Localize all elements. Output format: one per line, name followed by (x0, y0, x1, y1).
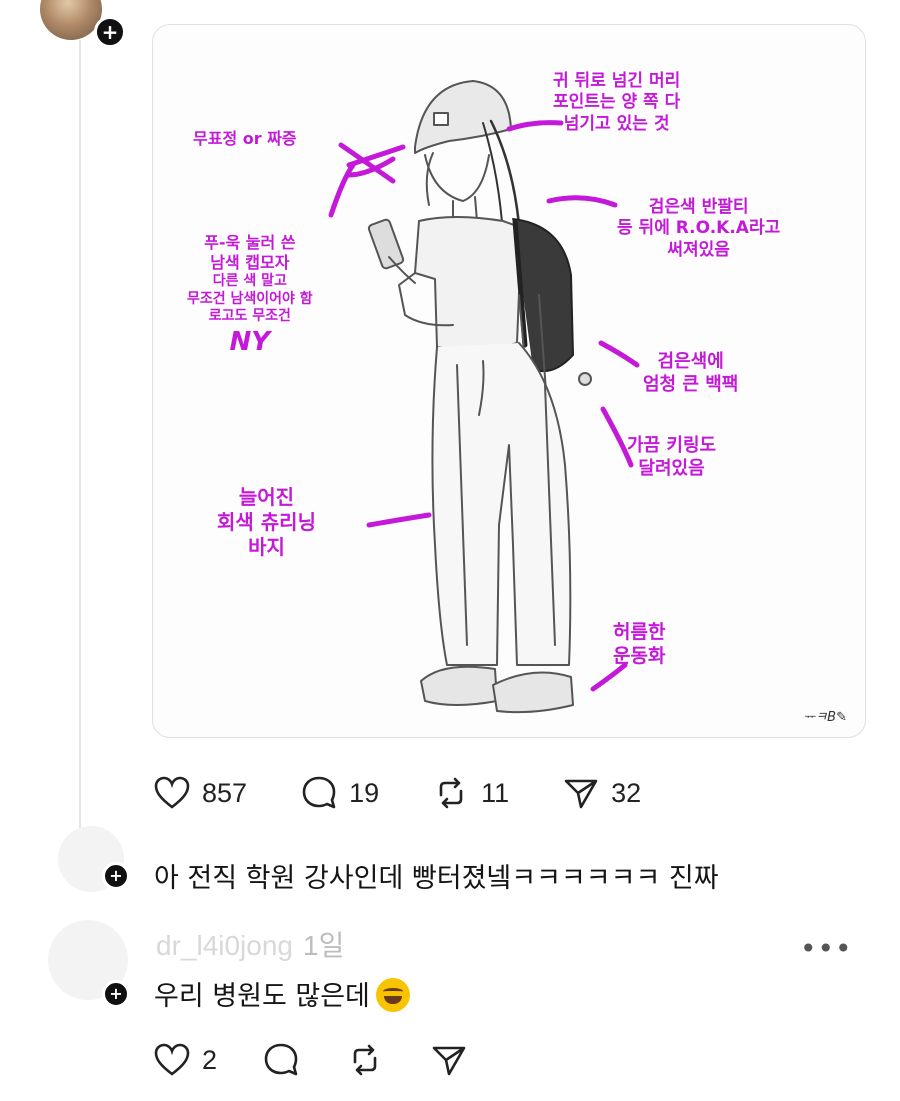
artist-signature: ᅲㅋB✎ (803, 710, 847, 725)
reply-time: 1일 (303, 930, 345, 961)
reply-text: 아 전직 학원 강사인데 빵터졌넼ㅋㅋㅋㅋㅋㅋ 진짜 (154, 863, 719, 894)
post-actions: 857 19 11 32 (152, 768, 693, 818)
reply-actions: 2 (152, 1040, 513, 1080)
annotation-cap: 푸-욱 눌러 쓴 남색 캡모자 다른 색 말고 무조건 남색이어야 함 로고도 … (187, 233, 313, 357)
reply-share-button[interactable] (429, 1040, 469, 1080)
repost-button[interactable]: 11 (431, 773, 509, 813)
heart-icon (154, 1043, 190, 1076)
reply-text: 우리 병원도 많은데 (154, 974, 410, 1015)
annotation-tshirt: 검은색 반팔티 등 뒤에 R.O.K.A라고 써져있음 (617, 197, 781, 260)
reply-comment-button[interactable] (261, 1040, 301, 1080)
annotation-backpack: 검은색에 엄청 큰 백팩 (643, 351, 739, 395)
thread-line (79, 40, 81, 830)
follow-plus-icon[interactable]: + (94, 16, 126, 48)
author-avatar[interactable] (40, 0, 102, 40)
rolling-laughing-emoji-icon (375, 977, 410, 1012)
repost-icon (353, 1044, 377, 1076)
annotation-expression: 무표정 or 짜증 (193, 129, 297, 148)
comment-count: 19 (349, 777, 380, 808)
follow-plus-icon[interactable]: + (102, 980, 130, 1008)
heart-icon (154, 776, 190, 809)
annotation-pants: 늘어진 회색 츄리닝 바지 (217, 485, 316, 559)
repost-icon (439, 777, 463, 809)
share-button[interactable]: 32 (561, 773, 641, 813)
username-text[interactable]: dr_l4i0jong (156, 930, 293, 961)
reply-repost-button[interactable] (345, 1040, 385, 1080)
comment-icon (302, 776, 336, 809)
more-options-icon[interactable]: ••• (800, 932, 853, 965)
comment-button[interactable]: 19 (299, 773, 379, 813)
reply-username[interactable]: dr_l4i0jong 1일 (156, 924, 344, 964)
send-icon (564, 779, 598, 809)
comment-icon (264, 1043, 298, 1076)
ny-logo: NY (229, 326, 271, 357)
repost-count: 11 (481, 777, 510, 808)
reply-like-button[interactable]: 2 (152, 1040, 217, 1080)
annotation-hair: 귀 뒤로 넘긴 머리 포인트는 양 쪽 다 넘기고 있는 것 (553, 71, 681, 134)
share-count: 32 (611, 777, 642, 808)
reply-text-content: 우리 병원도 많은데 (154, 981, 370, 1012)
like-button[interactable]: 857 (152, 773, 247, 813)
like-count: 857 (202, 777, 248, 808)
annotation-keyring: 가끔 키링도 달려있음 (627, 435, 717, 479)
follow-plus-icon[interactable]: + (102, 862, 130, 890)
send-icon (432, 1046, 466, 1076)
annotation-shoes: 허름한 운동화 (613, 621, 666, 667)
post-image[interactable]: 무표정 or 짜증 귀 뒤로 넘긴 머리 포인트는 양 쪽 다 넘기고 있는 것… (152, 24, 866, 738)
reply-like-count: 2 (202, 1044, 218, 1075)
